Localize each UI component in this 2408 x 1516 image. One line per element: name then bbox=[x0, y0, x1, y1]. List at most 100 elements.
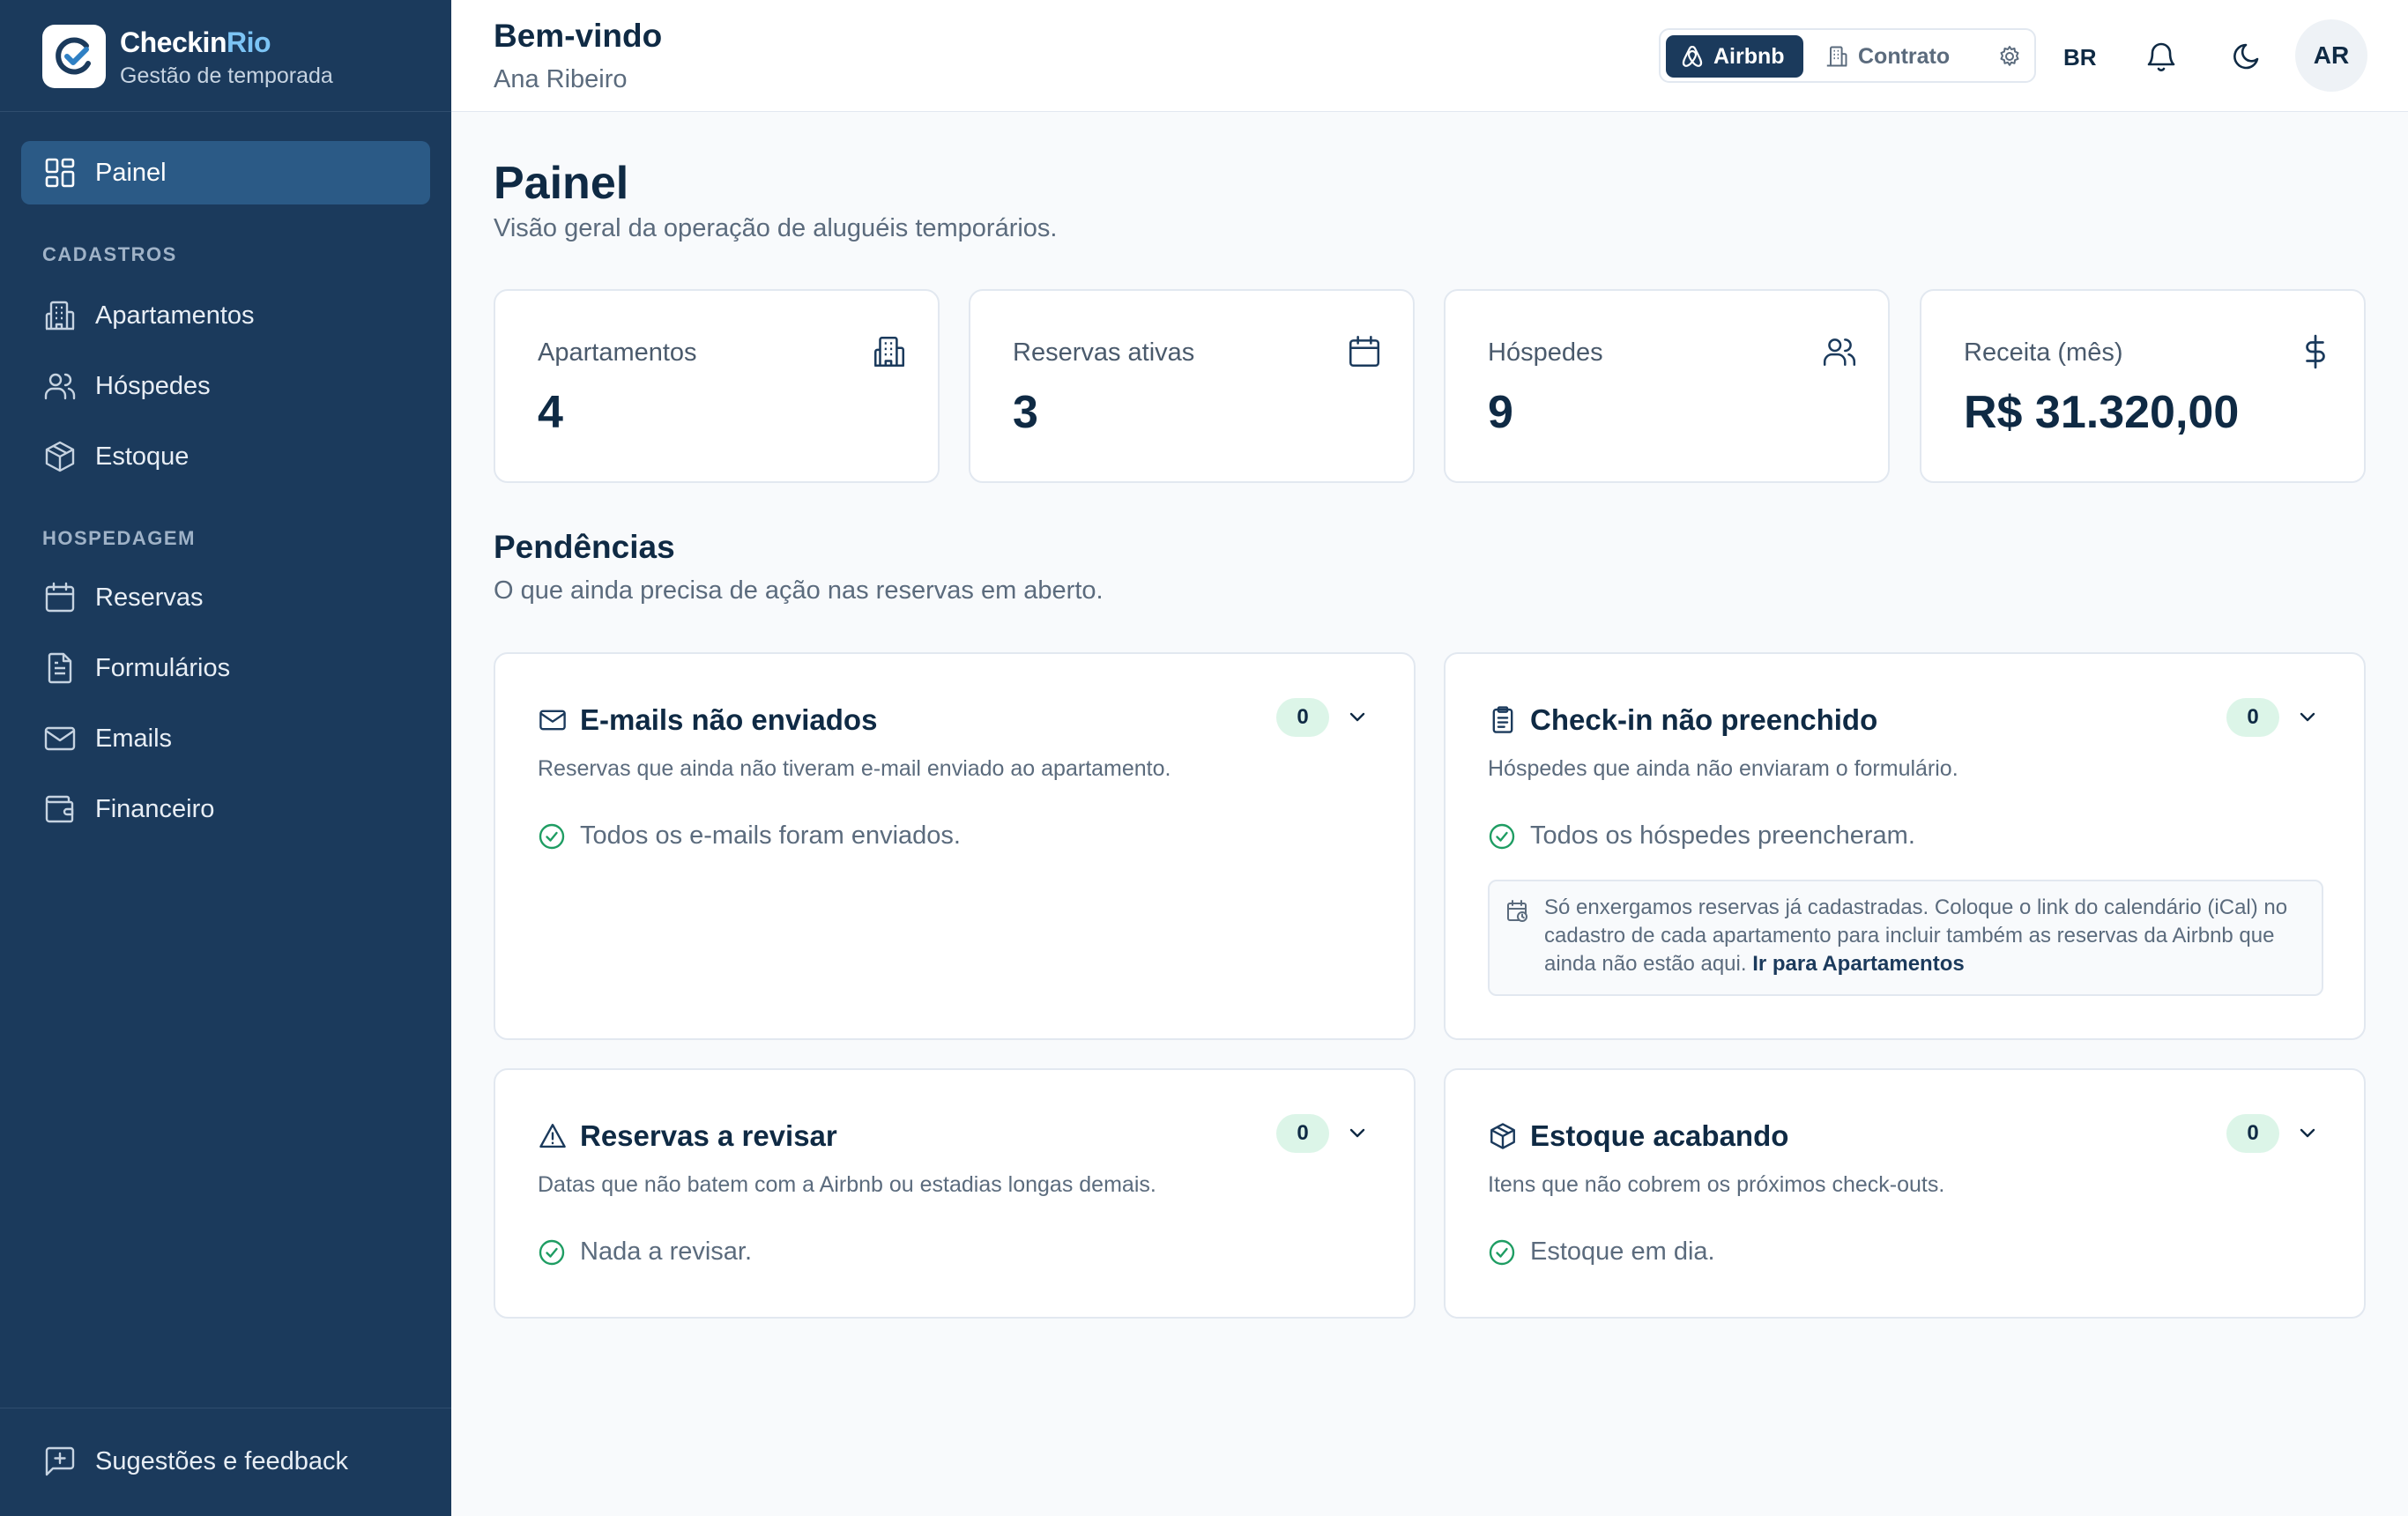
users-icon bbox=[44, 373, 76, 400]
pending-title: Pendências bbox=[494, 529, 675, 565]
language-selector[interactable]: BR bbox=[2063, 44, 2097, 71]
building-icon bbox=[45, 301, 75, 331]
user-name: Ana Ribeiro bbox=[494, 65, 628, 93]
pending-card-title: E-mails não enviados bbox=[580, 703, 878, 736]
mail-icon bbox=[539, 710, 566, 731]
sidebar-item-label: Painel bbox=[95, 158, 167, 187]
top-header: Bem-vindo Ana Ribeiro Airbnb Contrato BR… bbox=[451, 0, 2408, 112]
brand-header: CheckinRio Gestão de temporada bbox=[0, 0, 451, 112]
bell-icon[interactable] bbox=[2144, 39, 2179, 74]
section-label-cadastros: CADASTROS bbox=[42, 243, 177, 265]
pending-card-description: Hóspedes que ainda não enviaram o formul… bbox=[1488, 756, 1958, 781]
mode-contrato-button[interactable]: Contrato bbox=[1810, 35, 1987, 78]
check-circle-icon bbox=[539, 823, 565, 849]
pending-subtitle: O que ainda precisa de ação nas reservas… bbox=[494, 576, 1104, 605]
sidebar-item-reservas[interactable]: Reservas bbox=[21, 566, 430, 629]
calendar-sync-icon bbox=[1507, 900, 1527, 922]
sidebar-item-label: Financeiro bbox=[95, 794, 215, 823]
chevron-down-icon[interactable] bbox=[2295, 705, 2320, 730]
stat-card-receita[interactable]: Receita (mês) R$ 31.320,00 bbox=[1920, 289, 2366, 483]
sidebar-item-label: Formulários bbox=[95, 653, 231, 682]
count-badge: 0 bbox=[1276, 1114, 1329, 1153]
mode-toggle: Airbnb Contrato bbox=[1659, 28, 2036, 83]
sidebar-item-label: Apartamentos bbox=[95, 301, 255, 330]
feedback-label: Sugestões e feedback bbox=[95, 1446, 348, 1475]
airbnb-icon bbox=[1682, 46, 1703, 67]
sidebar-item-hospedes[interactable]: Hóspedes bbox=[21, 354, 430, 418]
stat-label: Apartamentos bbox=[538, 338, 697, 367]
sidebar-item-estoque[interactable]: Estoque bbox=[21, 425, 430, 488]
pending-card-title: Reservas a revisar bbox=[580, 1119, 837, 1152]
gear-icon[interactable] bbox=[1997, 44, 2022, 69]
stat-label: Reservas ativas bbox=[1013, 338, 1195, 367]
calendar-icon bbox=[45, 582, 75, 613]
wallet-icon bbox=[45, 795, 74, 823]
info-text: Só enxergamos reservas já cadastradas. C… bbox=[1544, 895, 2288, 976]
brand-name: CheckinRio bbox=[120, 26, 271, 58]
sidebar-item-financeiro[interactable]: Financeiro bbox=[21, 777, 430, 841]
section-label-hospedagem: HOSPEDAGEM bbox=[42, 527, 196, 549]
sidebar-item-label: Emails bbox=[95, 724, 173, 753]
check-circle-icon bbox=[1489, 1239, 1515, 1265]
page-subtitle: Visão geral da operação de aluguéis temp… bbox=[494, 214, 1058, 242]
ical-info-box: Só enxergamos reservas já cadastradas. C… bbox=[1488, 880, 2323, 996]
clipboard-icon bbox=[1492, 706, 1513, 733]
avatar[interactable]: AR bbox=[2295, 19, 2367, 92]
pending-card-estoque: Estoque acabando 0 Itens que não cobrem … bbox=[1444, 1068, 2366, 1319]
count-badge: 0 bbox=[2226, 1114, 2279, 1153]
users-icon bbox=[1823, 338, 1856, 366]
stat-card-hospedes[interactable]: Hóspedes 9 bbox=[1444, 289, 1890, 483]
ir-para-apartamentos-link[interactable]: Ir para Apartamentos bbox=[1752, 952, 1965, 976]
sidebar-item-apartamentos[interactable]: Apartamentos bbox=[21, 284, 430, 347]
package-icon bbox=[1490, 1123, 1515, 1149]
mode-contrato-label: Contrato bbox=[1858, 43, 1951, 69]
sidebar: CheckinRio Gestão de temporada Painel CA… bbox=[0, 0, 451, 1516]
brand-logo[interactable] bbox=[42, 25, 106, 88]
package-icon bbox=[45, 441, 75, 472]
sidebar-item-formularios[interactable]: Formulários bbox=[21, 636, 430, 700]
status-ok: Nada a revisar. bbox=[538, 1237, 752, 1267]
calendar-icon bbox=[1349, 335, 1380, 368]
pending-card-title: Check-in não preenchido bbox=[1530, 703, 1878, 736]
building-icon bbox=[873, 336, 905, 368]
chevron-down-icon[interactable] bbox=[1345, 1121, 1370, 1146]
status-text: Estoque em dia. bbox=[1530, 1237, 1715, 1266]
pending-card-title: Estoque acabando bbox=[1530, 1119, 1789, 1152]
chevron-down-icon[interactable] bbox=[1345, 705, 1370, 730]
pending-card-revisar: Reservas a revisar 0 Datas que não batem… bbox=[494, 1068, 1416, 1319]
page-title: Painel bbox=[494, 158, 629, 209]
moon-icon[interactable] bbox=[2228, 39, 2263, 74]
status-ok: Todos os e-mails foram enviados. bbox=[538, 821, 961, 851]
count-badge: 0 bbox=[2226, 698, 2279, 737]
brand-subtitle: Gestão de temporada bbox=[120, 63, 333, 88]
stat-card-reservas[interactable]: Reservas ativas 3 bbox=[969, 289, 1415, 483]
sidebar-item-painel[interactable]: Painel bbox=[21, 141, 430, 204]
sidebar-item-emails[interactable]: Emails bbox=[21, 707, 430, 770]
document-icon bbox=[48, 652, 72, 684]
mode-airbnb-button[interactable]: Airbnb bbox=[1666, 35, 1803, 78]
stat-value: R$ 31.320,00 bbox=[1964, 387, 2240, 438]
chevron-down-icon[interactable] bbox=[2295, 1121, 2320, 1146]
warning-icon bbox=[539, 1124, 566, 1148]
check-circle-icon bbox=[539, 1239, 565, 1265]
pending-card-description: Itens que não cobrem os próximos check-o… bbox=[1488, 1172, 1945, 1197]
status-text: Todos os e-mails foram enviados. bbox=[580, 821, 961, 850]
pending-card-checkin: Check-in não preenchido 0 Hóspedes que a… bbox=[1444, 652, 2366, 1040]
mode-airbnb-label: Airbnb bbox=[1713, 43, 1785, 69]
stat-label: Receita (mês) bbox=[1964, 338, 2123, 367]
stat-card-apartamentos[interactable]: Apartamentos 4 bbox=[494, 289, 940, 483]
feedback-link[interactable]: Sugestões e feedback bbox=[21, 1430, 430, 1493]
check-circle-icon bbox=[1489, 823, 1515, 849]
greeting: Bem-vindo bbox=[494, 18, 663, 54]
count-badge: 0 bbox=[1276, 698, 1329, 737]
dollar-icon bbox=[2306, 334, 2325, 369]
status-ok: Estoque em dia. bbox=[1488, 1237, 1715, 1267]
stat-value: 9 bbox=[1488, 387, 1513, 438]
building-icon bbox=[1826, 46, 1847, 67]
pending-card-description: Datas que não batem com a Airbnb ou esta… bbox=[538, 1172, 1156, 1197]
pending-card-description: Reservas que ainda não tiveram e-mail en… bbox=[538, 756, 1171, 781]
stat-value: 4 bbox=[538, 387, 563, 438]
sidebar-item-label: Hóspedes bbox=[95, 371, 211, 400]
mail-icon bbox=[44, 726, 76, 751]
status-text: Nada a revisar. bbox=[580, 1237, 753, 1266]
